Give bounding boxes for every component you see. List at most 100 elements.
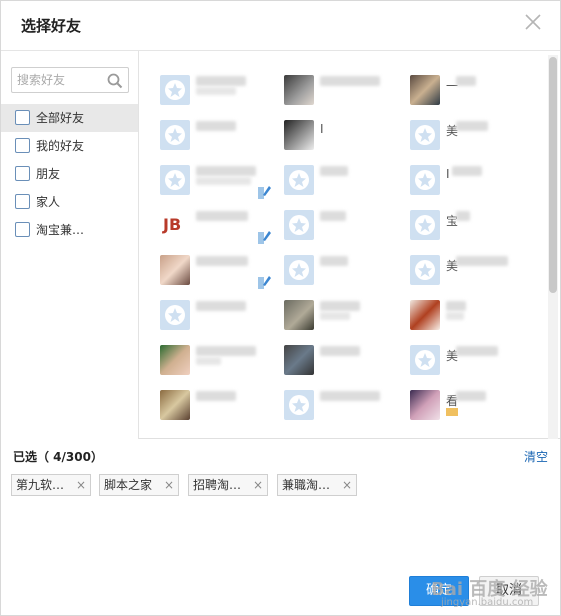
friend-name-blurred [196,357,221,365]
friend-item[interactable] [160,120,280,156]
friend-item[interactable] [160,165,280,201]
friend-name-blurred [196,166,256,176]
friend-item[interactable] [410,300,530,336]
group-item-family[interactable]: 家人 [1,188,138,216]
friend-item[interactable]: 美 [410,345,530,381]
selected-tag: 招聘淘… × [188,474,268,496]
search-box [11,67,129,93]
default-avatar-icon [410,120,440,150]
friend-item[interactable] [284,165,404,201]
friend-item[interactable]: 一 [410,75,530,111]
friend-item[interactable]: 看 [410,390,530,426]
selected-count-label: 已选（ 4/300） [13,450,103,464]
edit-icon[interactable] [258,228,272,244]
friend-name-blurred [196,256,248,266]
vip-badge-icon [446,408,458,416]
user-photo-avatar [160,390,190,420]
friend-item[interactable] [160,345,280,381]
friend-grid: 一 I 美 I JB 宝 美 美 看 [140,51,560,439]
friend-name-blurred [456,76,476,86]
friend-item[interactable] [284,75,404,111]
svg-text:JB: JB [162,215,181,234]
remove-tag-icon[interactable]: × [253,475,263,495]
default-avatar-icon [284,210,314,240]
friend-name-blurred [446,301,466,311]
default-avatar-icon [284,390,314,420]
friend-name-blurred [196,211,248,221]
user-photo-avatar [284,75,314,105]
select-friends-dialog: 选择好友 全部好友 我的好友 [0,0,561,616]
friend-list-scrollbar[interactable] [548,55,558,439]
selected-tag: 第九软… × [11,474,91,496]
group-checkbox[interactable] [15,194,30,209]
friend-item[interactable] [160,255,280,291]
selected-friends-section: 已选（ 4/300） 清空 第九软… × 脚本之家 × 招聘淘… × 兼職淘… … [1,440,560,500]
group-checkbox[interactable] [15,110,30,125]
friend-item[interactable] [160,75,280,111]
friend-item[interactable] [284,210,404,246]
friend-item[interactable]: I [284,120,404,156]
remove-tag-icon[interactable]: × [342,475,352,495]
default-avatar-icon [410,165,440,195]
friend-name-blurred [320,76,380,86]
user-photo-avatar [160,345,190,375]
friend-name-blurred [320,211,346,221]
default-avatar-icon [160,120,190,150]
friend-item[interactable] [284,390,404,426]
group-sidebar: 全部好友 我的好友 朋友 家人 淘宝兼… [1,51,139,439]
close-icon[interactable] [522,11,544,33]
remove-tag-icon[interactable]: × [164,475,174,495]
friend-name-blurred [196,76,246,86]
friend-name-blurred [456,256,508,266]
friend-name-blurred [446,312,464,320]
group-item-all[interactable]: 全部好友 [1,104,138,132]
friend-name-blurred [456,391,486,401]
dialog-body: 全部好友 我的好友 朋友 家人 淘宝兼… [1,51,560,439]
group-item-taobao[interactable]: 淘宝兼… [1,216,138,244]
clear-selection-link[interactable]: 清空 [524,448,548,465]
friend-name-blurred [320,312,350,320]
friend-name-blurred [456,346,498,356]
default-avatar-icon [160,300,190,330]
group-checkbox[interactable] [15,138,30,153]
group-item-my-friends[interactable]: 我的好友 [1,132,138,160]
search-input[interactable] [17,71,103,89]
tag-label: 脚本之家 [104,478,153,492]
default-avatar-icon [410,345,440,375]
friend-item[interactable]: 美 [410,120,530,156]
friend-item[interactable] [160,390,280,426]
friend-name-blurred [452,166,482,176]
friend-item[interactable]: 宝 [410,210,530,246]
group-list: 全部好友 我的好友 朋友 家人 淘宝兼… [1,104,138,244]
friend-item[interactable]: JB [160,210,280,246]
edit-icon[interactable] [258,183,272,199]
selected-tag: 兼職淘… × [277,474,357,496]
group-label: 家人 [36,195,61,209]
group-item-friends[interactable]: 朋友 [1,160,138,188]
edit-icon[interactable] [258,273,272,289]
friend-item[interactable] [284,345,404,381]
friend-name-blurred [320,346,360,356]
friend-item[interactable]: 美 [410,255,530,291]
brand-logo-avatar: JB [160,210,190,240]
friend-name-blurred [456,121,488,131]
friend-item[interactable] [284,300,404,336]
group-label: 淘宝兼… [36,223,85,237]
group-checkbox[interactable] [15,166,30,181]
friend-item[interactable]: I [410,165,530,201]
remove-tag-icon[interactable]: × [76,475,86,495]
group-checkbox[interactable] [15,222,30,237]
search-icon[interactable] [106,72,124,90]
group-label: 全部好友 [36,111,85,125]
scroll-thumb[interactable] [549,57,557,293]
friend-item[interactable] [284,255,404,291]
watermark-url: jingyan.baidu.com [441,597,534,608]
friend-item[interactable] [160,300,280,336]
dialog-title-bar: 选择好友 [1,1,560,51]
tag-label: 第九软… [16,478,65,492]
friend-name-blurred [320,391,380,401]
friend-name-blurred [320,301,360,311]
selected-tag: 脚本之家 × [99,474,179,496]
group-label: 我的好友 [36,139,85,153]
user-photo-avatar [410,390,440,420]
